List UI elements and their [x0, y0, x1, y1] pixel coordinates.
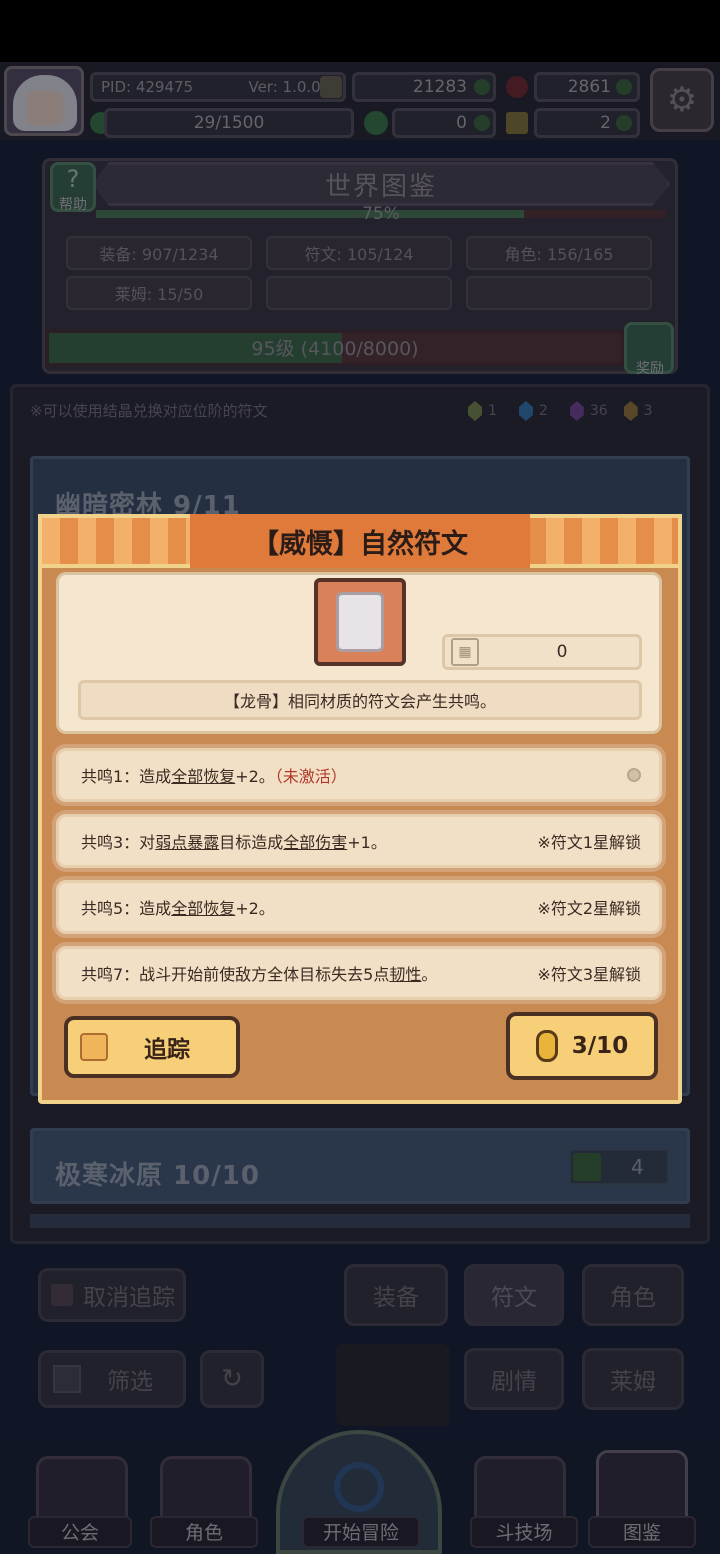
- resonance-3: 共鸣3：对弱点暴露目标造成全部伤害+1。 ※符文1星解锁: [56, 814, 662, 868]
- unlock-condition: ※符文1星解锁: [537, 833, 641, 852]
- crystal-coin-icon: [535, 1030, 558, 1062]
- inactive-status: （未激活）: [274, 767, 347, 786]
- inventory-icon: ▦: [451, 638, 479, 666]
- track-label: 追踪: [144, 1037, 190, 1063]
- unlock-condition: ※符文2星解锁: [537, 899, 641, 918]
- status-bar: [0, 0, 720, 62]
- thumb-icon: [80, 1033, 108, 1061]
- rune-description: 【龙骨】相同材质的符文会产生共鸣。: [78, 680, 642, 720]
- rune-stone-icon: [336, 592, 384, 652]
- inactive-dot-icon: [627, 768, 641, 782]
- rune-count: 0: [556, 642, 568, 662]
- resonance-text: 共鸣5：造成全部恢复+2。: [81, 899, 275, 918]
- resonance-text: 共鸣1：造成全部恢复+2。（未激活）: [81, 767, 347, 786]
- resonance-text: 共鸣3：对弱点暴露目标造成全部伤害+1。: [81, 833, 387, 852]
- rune-icon-frame[interactable]: [314, 578, 406, 666]
- modal-title: 【威慑】自然符文: [190, 514, 530, 568]
- exchange-cost: 3/10: [571, 1033, 629, 1059]
- track-button[interactable]: 追踪: [64, 1016, 240, 1078]
- exchange-cost-button[interactable]: 3/10: [506, 1012, 658, 1080]
- resonance-1: 共鸣1：造成全部恢复+2。（未激活）: [56, 748, 662, 802]
- resonance-7: 共鸣7：战斗开始前使敌方全体目标失去5点韧性。 ※符文3星解锁: [56, 946, 662, 1000]
- resonance-5: 共鸣5：造成全部恢复+2。 ※符文2星解锁: [56, 880, 662, 934]
- unlock-condition: ※符文3星解锁: [537, 965, 641, 984]
- resonance-text: 共鸣7：战斗开始前使敌方全体目标失去5点韧性。: [81, 965, 438, 984]
- rune-count-box: ▦ 0: [442, 634, 642, 670]
